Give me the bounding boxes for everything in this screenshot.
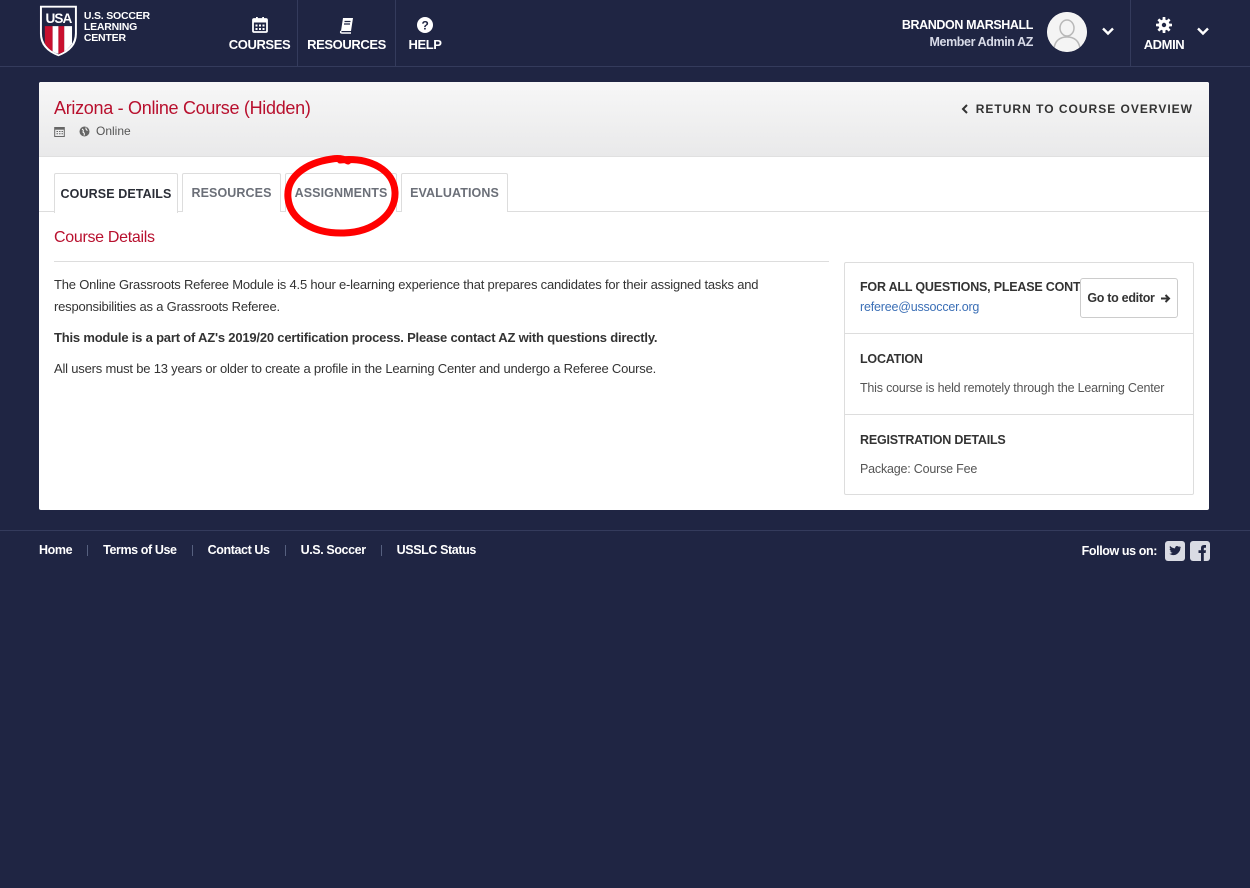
top-navigation: USA U.S. Soccer Learning Center COURSES …: [0, 0, 1250, 67]
user-info[interactable]: BRANDON MARSHALL Member Admin AZ: [902, 17, 1033, 51]
description-paragraph: The Online Grassroots Referee Module is …: [54, 277, 759, 314]
footer-links: Home Terms of Use Contact Us U.S. Soccer…: [39, 543, 476, 557]
footer-link-contact[interactable]: Contact Us: [208, 543, 270, 557]
user-silhouette-icon: [1047, 12, 1087, 52]
tab-evaluations[interactable]: EVALUATIONS: [401, 173, 508, 212]
tab-label: EVALUATIONS: [410, 186, 499, 200]
nav-divider: [1130, 0, 1131, 67]
registration-value: Package: Course Fee: [860, 462, 978, 476]
tab-assignments[interactable]: ASSIGNMENTS: [285, 173, 397, 212]
logo-text: U.S. Soccer Learning Center: [84, 11, 179, 60]
section-title: Course Details: [54, 229, 155, 246]
course-card: Arizona - Online Course (Hidden) Online …: [39, 82, 1209, 510]
course-mode: Online: [96, 124, 131, 138]
footer-link-status[interactable]: USSLC Status: [397, 543, 477, 557]
footer-link-ussoccer[interactable]: U.S. Soccer: [301, 543, 366, 557]
contact-section: FOR ALL QUESTIONS, PLEASE CONTACT: refer…: [845, 263, 1193, 334]
svg-text:?: ?: [422, 18, 429, 32]
avatar[interactable]: [1047, 12, 1087, 52]
course-meta: Online: [54, 124, 131, 138]
nav-help[interactable]: ? HELP: [396, 0, 454, 67]
nav-resources[interactable]: RESOURCES: [298, 0, 395, 67]
footer-separator: [284, 544, 286, 556]
nav-help-label: HELP: [408, 36, 442, 52]
usa-shield-icon: USA: [39, 5, 77, 57]
footer-separator: [191, 544, 193, 556]
facebook-icon[interactable]: [1190, 541, 1210, 561]
footer-separator: [87, 544, 89, 556]
question-icon: ?: [417, 16, 433, 33]
nav-courses-label: COURSES: [228, 36, 291, 52]
admin-label: ADMIN: [1143, 36, 1185, 52]
return-label: RETURN TO COURSE OVERVIEW: [975, 102, 1193, 116]
go-to-editor-button[interactable]: Go to editor: [1080, 278, 1178, 318]
tab-course-details[interactable]: COURSE DETAILS: [54, 173, 178, 213]
tab-label: COURSE DETAILS: [60, 186, 172, 201]
location-section: LOCATION This course is held remotely th…: [845, 334, 1193, 415]
nav-resources-label: RESOURCES: [307, 36, 386, 52]
course-header: Arizona - Online Course (Hidden) Online …: [39, 82, 1209, 157]
tab-resources[interactable]: RESOURCES: [182, 173, 281, 212]
footer-link-home[interactable]: Home: [39, 543, 73, 557]
book-icon: [339, 17, 353, 34]
description-age-requirement: All users must be 13 years or older to c…: [54, 361, 657, 376]
tab-label: ASSIGNMENTS: [294, 186, 388, 200]
editor-button-label: Go to editor: [1087, 291, 1155, 305]
user-menu-chevron-icon[interactable]: [1101, 24, 1115, 38]
user-name: BRANDON MARSHALL: [901, 18, 1033, 32]
logo-line2: Learning Center: [83, 21, 138, 44]
footer-link-terms[interactable]: Terms of Use: [103, 543, 177, 557]
location-value: This course is held remotely through the…: [860, 381, 1165, 395]
course-description: The Online Grassroots Referee Module is …: [54, 274, 814, 389]
registration-section: REGISTRATION DETAILS Package: Course Fee: [845, 415, 1193, 494]
course-tabs: COURSE DETAILS RESOURCES ASSIGNMENTS EVA…: [39, 173, 1209, 213]
location-label: LOCATION: [860, 352, 923, 366]
globe-icon: [79, 126, 90, 136]
admin-menu[interactable]: ADMIN: [1140, 0, 1188, 67]
calendar-icon: [251, 16, 268, 33]
contact-label: FOR ALL QUESTIONS, PLEASE CONTACT:: [860, 280, 1108, 294]
twitter-icon[interactable]: [1165, 541, 1185, 561]
follow-label: Follow us on:: [1081, 544, 1158, 558]
section-divider: [54, 261, 829, 262]
user-role: Member Admin AZ: [929, 35, 1034, 49]
tab-label: RESOURCES: [191, 186, 272, 200]
calendar-icon: [54, 126, 65, 137]
logo-mark: USA: [46, 11, 73, 26]
nav-courses[interactable]: COURSES: [222, 0, 297, 67]
description-notice: This module is a part of AZ's 2019/20 ce…: [54, 330, 658, 345]
footer-separator: [380, 544, 382, 556]
contact-email-link[interactable]: referee@ussoccer.org: [860, 300, 979, 314]
chevron-left-icon: [961, 104, 968, 114]
registration-label: REGISTRATION DETAILS: [860, 433, 1006, 447]
gear-icon: [1156, 16, 1172, 33]
footer-divider: [0, 530, 1250, 531]
logo[interactable]: USA U.S. Soccer Learning Center: [39, 4, 179, 60]
follow-us: Follow us on:: [1082, 541, 1210, 561]
admin-menu-chevron-icon[interactable]: [1196, 24, 1210, 38]
course-info-panel: FOR ALL QUESTIONS, PLEASE CONTACT: refer…: [844, 262, 1194, 495]
course-title: Arizona - Online Course (Hidden): [54, 98, 311, 118]
return-to-overview-link[interactable]: RETURN TO COURSE OVERVIEW: [960, 102, 1193, 116]
arrow-right-icon: [1160, 293, 1171, 303]
